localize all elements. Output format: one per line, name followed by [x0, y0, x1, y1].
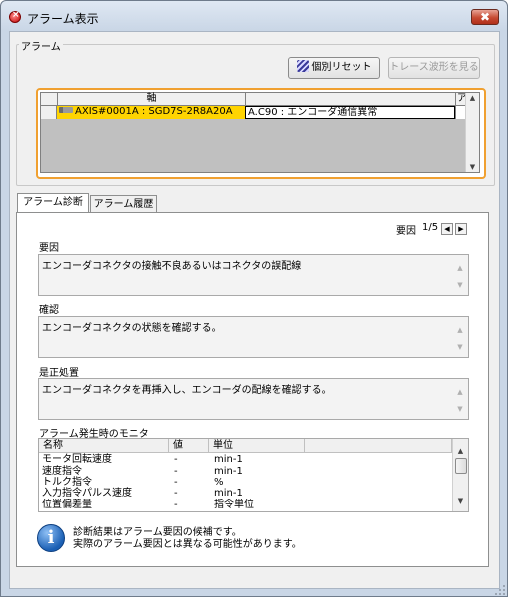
page-counter: 1/5: [422, 222, 439, 233]
monitor-row-name: 位置偏差量: [42, 499, 92, 510]
alarm-row-alarm-cell[interactable]: A.C90 : エンコーダ通信異常: [245, 106, 455, 119]
cause-text: エンコーダコネクタの接触不良あるいはコネクタの誤配線: [42, 261, 302, 272]
monitor-col-name[interactable]: 名称: [39, 439, 169, 453]
tab-alarm-diagnosis[interactable]: アラーム診断: [17, 193, 89, 213]
page-label: 要因: [396, 226, 416, 237]
check-text: エンコーダコネクタの状態を確認する。: [42, 323, 222, 334]
check-scroll-down-icon[interactable]: ▼: [452, 343, 468, 351]
individual-reset-label: 個別リセット: [311, 62, 372, 73]
monitor-row-name: 入力指令パルス速度: [42, 488, 132, 499]
monitor-row-value: -: [174, 477, 178, 488]
monitor-row-value: -: [174, 454, 178, 465]
monitor-row-value: -: [174, 488, 178, 499]
note-line-2: 実際のアラーム要因とは異なる可能性があります。: [73, 539, 302, 550]
monitor-col-value[interactable]: 値: [169, 439, 209, 453]
monitor-scroll-up-icon[interactable]: ▲: [453, 447, 468, 455]
monitor-list[interactable]: 名称 値 単位 モータ回転速度 - min-1 速度指令 - min-1 トルク…: [38, 438, 469, 512]
check-scrollbar[interactable]: ▲ ▼: [452, 317, 468, 357]
row-header-cell[interactable]: [41, 106, 57, 119]
resize-grip-icon[interactable]: [495, 585, 505, 595]
check-textbox[interactable]: エンコーダコネクタの状態を確認する。 ▲ ▼: [38, 316, 469, 358]
monitor-row-value: -: [174, 466, 178, 477]
monitor-row-unit: %: [214, 477, 224, 488]
grid-header-axis[interactable]: 軸: [57, 93, 245, 106]
close-button[interactable]: ✖: [471, 9, 499, 25]
next-page-button[interactable]: ▶: [455, 223, 467, 235]
cause-scroll-down-icon[interactable]: ▼: [452, 281, 468, 289]
window-title: アラーム表示: [27, 12, 99, 26]
remedy-scrollbar[interactable]: ▲ ▼: [452, 379, 468, 419]
grid-header-alarm[interactable]: [245, 93, 455, 106]
scroll-down-arrow-icon[interactable]: ▼: [466, 163, 479, 171]
alarm-row-axis-cell[interactable]: AXIS#0001A : SGD7S-2R8A20A: [57, 106, 245, 119]
remedy-scroll-up-icon[interactable]: ▲: [452, 388, 468, 396]
scroll-up-arrow-icon[interactable]: ▲: [466, 94, 479, 102]
title-bar[interactable]: アラーム表示 ✖: [1, 1, 507, 31]
alarm-window: アラーム表示 ✖ アラーム 個別リセット トレース波形を見る 軸 ア AXIS#…: [0, 0, 508, 597]
list-item[interactable]: モータ回転速度 - min-1: [39, 454, 467, 466]
prev-page-button[interactable]: ◀: [441, 223, 453, 235]
monitor-row-value: -: [174, 499, 178, 510]
reset-icon: [296, 60, 309, 72]
alarm-grid-frame: 軸 ア AXIS#0001A : SGD7S-2R8A20A A.C90 : エ…: [36, 88, 486, 179]
axis-connector-icon: [59, 107, 73, 113]
view-trace-waveform-button[interactable]: トレース波形を見る: [388, 57, 480, 79]
grid-header-truncated[interactable]: ア: [455, 93, 467, 106]
monitor-row-unit: 指令単位: [214, 499, 254, 510]
monitor-row-name: モータ回転速度: [42, 454, 112, 465]
monitor-scroll-down-icon[interactable]: ▼: [453, 497, 468, 505]
monitor-row-unit: min-1: [214, 466, 243, 477]
grid-header-blank: [41, 93, 57, 106]
alarm-grid: 軸 ア AXIS#0001A : SGD7S-2R8A20A A.C90 : エ…: [40, 92, 480, 173]
cause-scrollbar[interactable]: ▲ ▼: [452, 255, 468, 295]
alarm-app-icon: [9, 10, 21, 23]
monitor-row-unit: min-1: [214, 454, 243, 465]
monitor-row-unit: min-1: [214, 488, 243, 499]
individual-reset-button[interactable]: 個別リセット: [288, 57, 380, 79]
cause-scroll-up-icon[interactable]: ▲: [452, 264, 468, 272]
remedy-label: 是正処置: [39, 368, 79, 379]
alarm-row-truncated-cell[interactable]: [455, 106, 465, 119]
remedy-scroll-down-icon[interactable]: ▼: [452, 405, 468, 413]
check-scroll-up-icon[interactable]: ▲: [452, 326, 468, 334]
list-item[interactable]: 位置偏差量 - 指令単位: [39, 499, 467, 510]
cause-label: 要因: [39, 243, 59, 254]
monitor-row-name: 速度指令: [42, 466, 82, 477]
cause-textbox[interactable]: エンコーダコネクタの接触不良あるいはコネクタの誤配線 ▲ ▼: [38, 254, 469, 296]
alarm-row-axis-text: AXIS#0001A : SGD7S-2R8A20A: [75, 106, 233, 117]
monitor-col-unit[interactable]: 単位: [209, 439, 305, 453]
tab-alarm-history[interactable]: アラーム履歴: [90, 195, 157, 213]
monitor-col-blank: [305, 439, 452, 453]
check-label: 確認: [39, 305, 59, 316]
alarm-group-label: アラーム: [19, 38, 63, 53]
monitor-scrollbar[interactable]: ▲ ▼: [452, 439, 468, 511]
alarm-grid-scrollbar[interactable]: ▲ ▼: [465, 93, 479, 172]
remedy-text: エンコーダコネクタを再挿入し、エンコーダの配線を確認する。: [42, 385, 332, 396]
monitor-row-name: トルク指令: [42, 477, 92, 488]
monitor-scroll-thumb[interactable]: [455, 458, 467, 474]
remedy-textbox[interactable]: エンコーダコネクタを再挿入し、エンコーダの配線を確認する。 ▲ ▼: [38, 378, 469, 420]
info-icon: i: [37, 524, 65, 552]
